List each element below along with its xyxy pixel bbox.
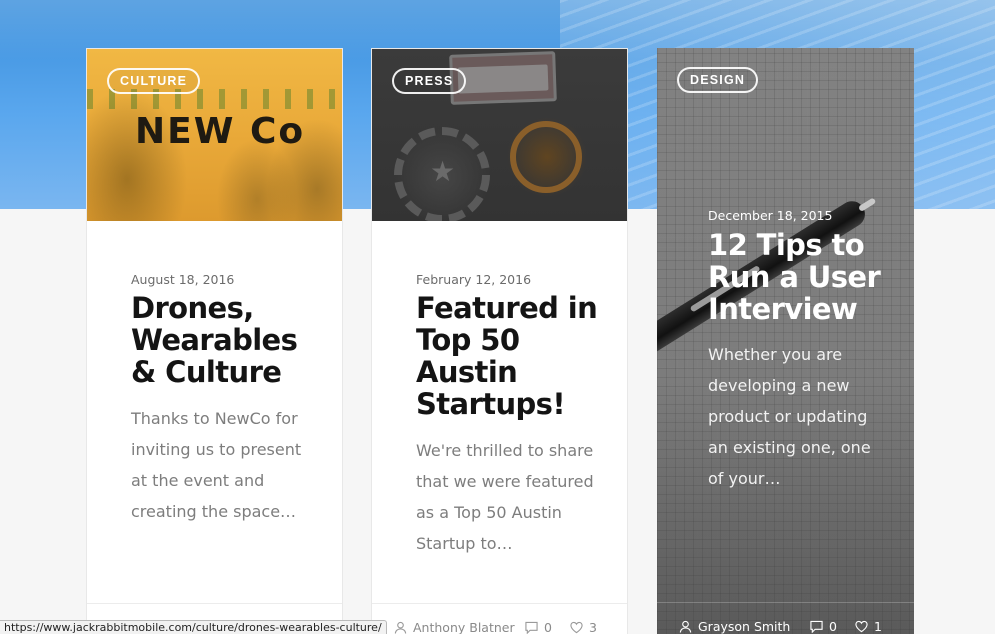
comment-icon <box>525 621 538 634</box>
category-badge-design[interactable]: DESIGN <box>677 67 759 93</box>
comment-count: 0 <box>829 618 837 634</box>
post-excerpt: Thanks to NewCo for inviting us to prese… <box>131 409 302 521</box>
post-card-culture[interactable]: NEW Co CULTURE August 18, 2016 Drones, W… <box>86 48 343 634</box>
post-title[interactable]: Featured in Top 50 Austin Startups! <box>416 292 616 420</box>
post-card-design[interactable]: DESIGN December 18, 2015 12 Tips to Run … <box>657 48 914 634</box>
capital-factory-logo-image <box>394 127 490 221</box>
post-title[interactable]: Drones, Wearables & Culture <box>131 292 331 388</box>
post-comments[interactable]: 0 <box>525 619 552 634</box>
author-name: Anthony Blatner <box>413 619 515 634</box>
author-name: Grayson Smith <box>698 618 791 634</box>
post-meta: Grayson Smith 0 1 <box>657 602 914 634</box>
user-icon <box>394 621 407 634</box>
user-icon <box>679 620 692 633</box>
post-title[interactable]: 12 Tips to Run a User Interview <box>708 229 888 325</box>
post-likes[interactable]: 3 <box>570 619 597 634</box>
comment-count: 0 <box>544 619 552 634</box>
category-badge-press[interactable]: PRESS <box>392 68 467 94</box>
post-comments[interactable]: 0 <box>810 618 837 634</box>
post-date: August 18, 2016 <box>131 272 235 287</box>
heart-icon <box>570 621 583 633</box>
post-excerpt: We're thrilled to share that we were fea… <box>416 441 594 553</box>
newco-logo: NEW Co <box>135 111 306 152</box>
seal-logo-image <box>510 121 582 193</box>
post-image-culture[interactable]: NEW Co CULTURE <box>87 49 342 221</box>
category-badge-culture[interactable]: CULTURE <box>107 68 201 94</box>
like-count: 3 <box>589 619 597 634</box>
post-meta: Anthony Blatner 0 3 <box>372 603 627 634</box>
post-author[interactable]: Grayson Smith <box>679 618 790 634</box>
comment-icon <box>810 620 823 633</box>
post-likes[interactable]: 1 <box>855 618 882 634</box>
post-author[interactable]: Anthony Blatner <box>394 619 515 634</box>
post-excerpt: Whether you are developing a new product… <box>708 345 871 488</box>
post-image-press[interactable]: PRESS <box>372 49 627 221</box>
like-count: 1 <box>874 618 882 634</box>
browser-status-url: https://www.jackrabbitmobile.com/culture… <box>0 620 387 634</box>
post-card-press[interactable]: PRESS February 12, 2016 Featured in Top … <box>371 48 628 634</box>
post-date: February 12, 2016 <box>416 272 532 287</box>
heart-icon <box>855 620 868 632</box>
post-date: December 18, 2015 <box>708 208 833 223</box>
